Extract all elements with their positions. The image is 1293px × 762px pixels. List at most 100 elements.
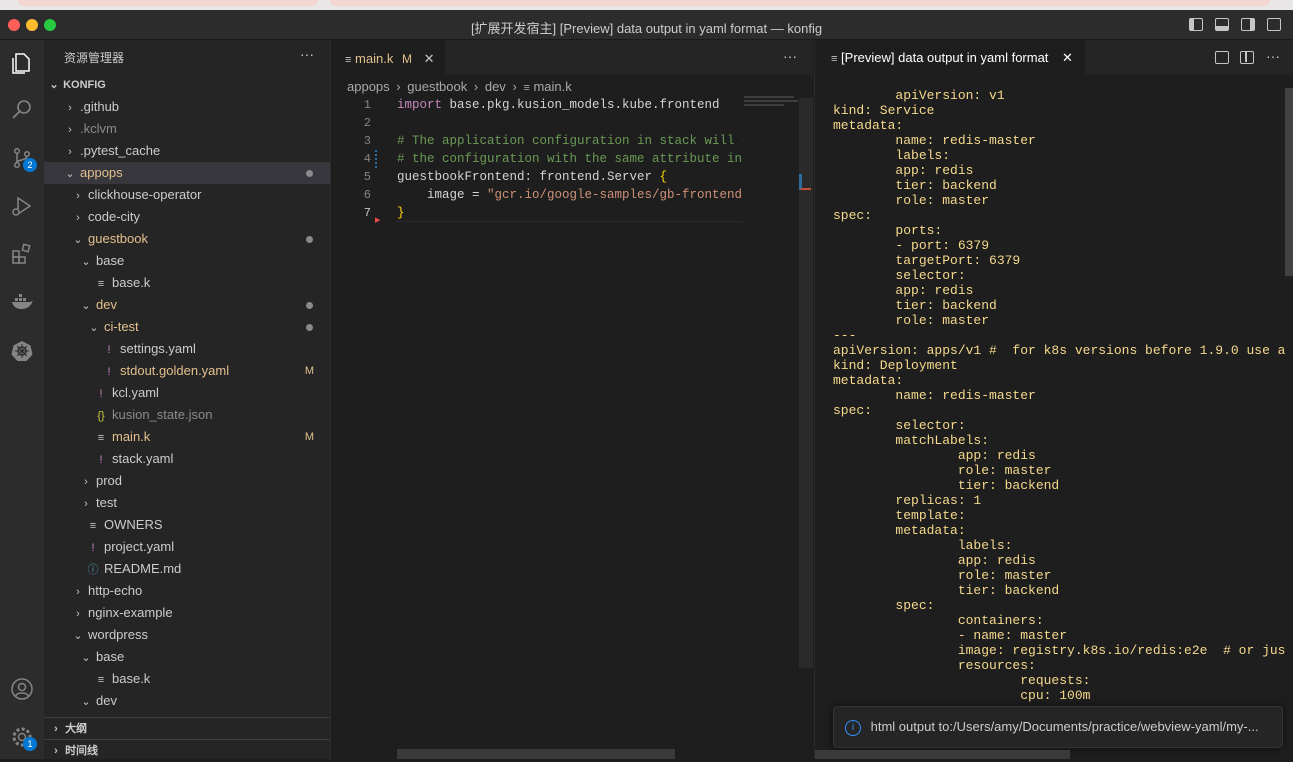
- tree-folder[interactable]: › code-city: [44, 206, 330, 228]
- explorer-button[interactable]: [6, 47, 38, 79]
- editor-more-icon[interactable]: ···: [783, 48, 797, 64]
- toggle-panel-icon[interactable]: [1215, 18, 1229, 31]
- split-editor-icon[interactable]: [1240, 51, 1254, 64]
- yaml-line: app: redis: [833, 163, 974, 178]
- explorer-sidebar: 资源管理器 ··· ⌄ KONFIG › .github › .kclvm › .pyte…: [44, 40, 331, 759]
- tab-main-k[interactable]: ≡ main.k M ✕: [331, 40, 445, 75]
- breadcrumb-item[interactable]: guestbook: [407, 79, 467, 94]
- preview-horizontal-scrollbar[interactable]: [815, 750, 1070, 759]
- preview-more-icon[interactable]: ···: [1266, 48, 1280, 64]
- tree-folder[interactable]: ⌄ dev: [44, 294, 330, 316]
- tree-folder[interactable]: ⌄ base: [44, 250, 330, 272]
- tree-file[interactable]: ! settings.yaml: [44, 338, 330, 360]
- close-tab-icon[interactable]: ✕: [424, 51, 435, 66]
- breadcrumb-item[interactable]: dev: [485, 79, 506, 94]
- tab-preview[interactable]: ≡ [Preview] data output in yaml format ✕: [815, 40, 1085, 75]
- yaml-line: name: redis-master: [833, 388, 1036, 403]
- outline-section[interactable]: › 大纲: [44, 717, 330, 739]
- breadcrumb-item[interactable]: main.k: [533, 79, 571, 94]
- notification-toast[interactable]: i html output to:/Users/amy/Documents/pr…: [833, 706, 1283, 748]
- yaml-line: tier: backend: [833, 583, 1060, 598]
- tree-file[interactable]: ! stdout.golden.yaml M: [44, 360, 330, 382]
- toggle-primary-sidebar-icon[interactable]: [1189, 18, 1203, 31]
- tree-folder[interactable]: › prod: [44, 470, 330, 492]
- window-title: [扩展开发宿主] [Preview] data output in yaml f…: [470, 21, 823, 36]
- workspace-root[interactable]: ⌄ KONFIG: [44, 74, 330, 96]
- tree-folder[interactable]: ⌄ guestbook: [44, 228, 330, 250]
- tree-file[interactable]: ⓘ README.md: [44, 558, 330, 580]
- open-preview-icon[interactable]: [1215, 51, 1229, 64]
- yaml-line: tier: backend: [833, 298, 997, 313]
- accounts-button[interactable]: [6, 673, 38, 705]
- tree-folder[interactable]: ⌄ appops: [44, 162, 330, 184]
- source-control-button[interactable]: 2: [6, 142, 38, 174]
- tree-item-label: base: [96, 649, 125, 664]
- customize-layout-icon[interactable]: [1267, 18, 1281, 31]
- yaml-line: selector:: [833, 268, 966, 283]
- code-line[interactable]: guestbookFrontend: frontend.Server {: [397, 168, 743, 186]
- yaml-file-icon: !: [99, 454, 103, 466]
- breadcrumb-item[interactable]: appops: [347, 79, 390, 94]
- toggle-secondary-sidebar-icon[interactable]: [1241, 18, 1255, 31]
- modified-dot: [306, 170, 313, 177]
- tree-file[interactable]: ≡ main.k M: [44, 426, 330, 448]
- tree-folder[interactable]: › .pytest_cache: [44, 140, 330, 162]
- tree-folder[interactable]: › nginx-example: [44, 602, 330, 624]
- modified-dot: [306, 302, 313, 309]
- code-line[interactable]: # the configuration with the same attrib…: [397, 150, 743, 168]
- yaml-file-icon: !: [107, 366, 111, 378]
- preview-tab-label: [Preview] data output in yaml format: [841, 50, 1049, 65]
- yaml-line: kind: Deployment: [833, 358, 958, 373]
- tree-folder[interactable]: ⌄ wordpress: [44, 624, 330, 646]
- tree-file[interactable]: ! kcl.yaml: [44, 382, 330, 404]
- tree-folder[interactable]: ⌄ dev: [44, 690, 330, 712]
- tree-folder[interactable]: › clickhouse-operator: [44, 184, 330, 206]
- tree-file[interactable]: ≡ base.k: [44, 272, 330, 294]
- code-line[interactable]: # The application configuration in stack…: [397, 132, 743, 150]
- extensions-button[interactable]: [6, 238, 38, 270]
- minimap[interactable]: [744, 96, 798, 110]
- tree-item-label: main.k: [112, 429, 151, 444]
- yaml-file-icon: !: [107, 344, 111, 356]
- tree-folder[interactable]: › http-echo: [44, 580, 330, 602]
- tree-folder[interactable]: › .github: [44, 96, 330, 118]
- tree-file[interactable]: ≡ base.k: [44, 668, 330, 690]
- kubernetes-button[interactable]: [6, 335, 38, 367]
- tree-item-label: base.k: [112, 275, 151, 290]
- tree-folder[interactable]: › .kclvm: [44, 118, 330, 140]
- modified-dot: [306, 324, 313, 331]
- manage-button[interactable]: 1: [6, 721, 38, 753]
- run-debug-button[interactable]: [6, 190, 38, 222]
- file-lines-icon: ≡: [831, 53, 838, 65]
- timeline-section[interactable]: › 时间线: [44, 739, 330, 761]
- tree-folder[interactable]: ⌄ ci-test: [44, 316, 330, 338]
- tree-file[interactable]: ! project.yaml: [44, 536, 330, 558]
- chevron-right-icon: ›: [76, 586, 80, 598]
- tree-item-label: project.yaml: [104, 539, 175, 554]
- search-button[interactable]: [6, 94, 38, 126]
- tree-file[interactable]: ≡ OWNERS: [44, 514, 330, 536]
- more-actions-icon[interactable]: ···: [300, 46, 314, 62]
- editor-horizontal-scrollbar[interactable]: [397, 749, 675, 759]
- code-line[interactable]: import base.pkg.kusion_models.kube.front…: [397, 96, 743, 114]
- search-icon: [12, 100, 31, 119]
- k-file-icon: ≡: [97, 674, 105, 686]
- tree-file[interactable]: ! stack.yaml: [44, 448, 330, 470]
- k-file-icon: ≡: [89, 520, 97, 532]
- tree-file[interactable]: {} kusion_state.json: [44, 404, 330, 426]
- yaml-line: name: redis-master: [833, 133, 1036, 148]
- tree-item-label: stack.yaml: [112, 451, 174, 466]
- line-number: 3: [363, 134, 371, 148]
- preview-scrollbar[interactable]: [1285, 88, 1293, 276]
- tree-folder[interactable]: › test: [44, 492, 330, 514]
- chevron-right-icon: ›: [54, 723, 58, 735]
- code-line[interactable]: image = "gcr.io/google-samples/gb-fronte…: [397, 186, 743, 204]
- chevron-down-icon: ⌄: [65, 168, 75, 180]
- close-tab-icon[interactable]: ✕: [1062, 50, 1073, 65]
- code-line[interactable]: }: [397, 204, 743, 222]
- line-number: 6: [363, 188, 371, 202]
- tree-folder[interactable]: ⌄ base: [44, 646, 330, 668]
- docker-button[interactable]: [6, 286, 38, 318]
- tree-item-label: code-city: [88, 209, 141, 224]
- tree-item-label: README.md: [104, 561, 182, 576]
